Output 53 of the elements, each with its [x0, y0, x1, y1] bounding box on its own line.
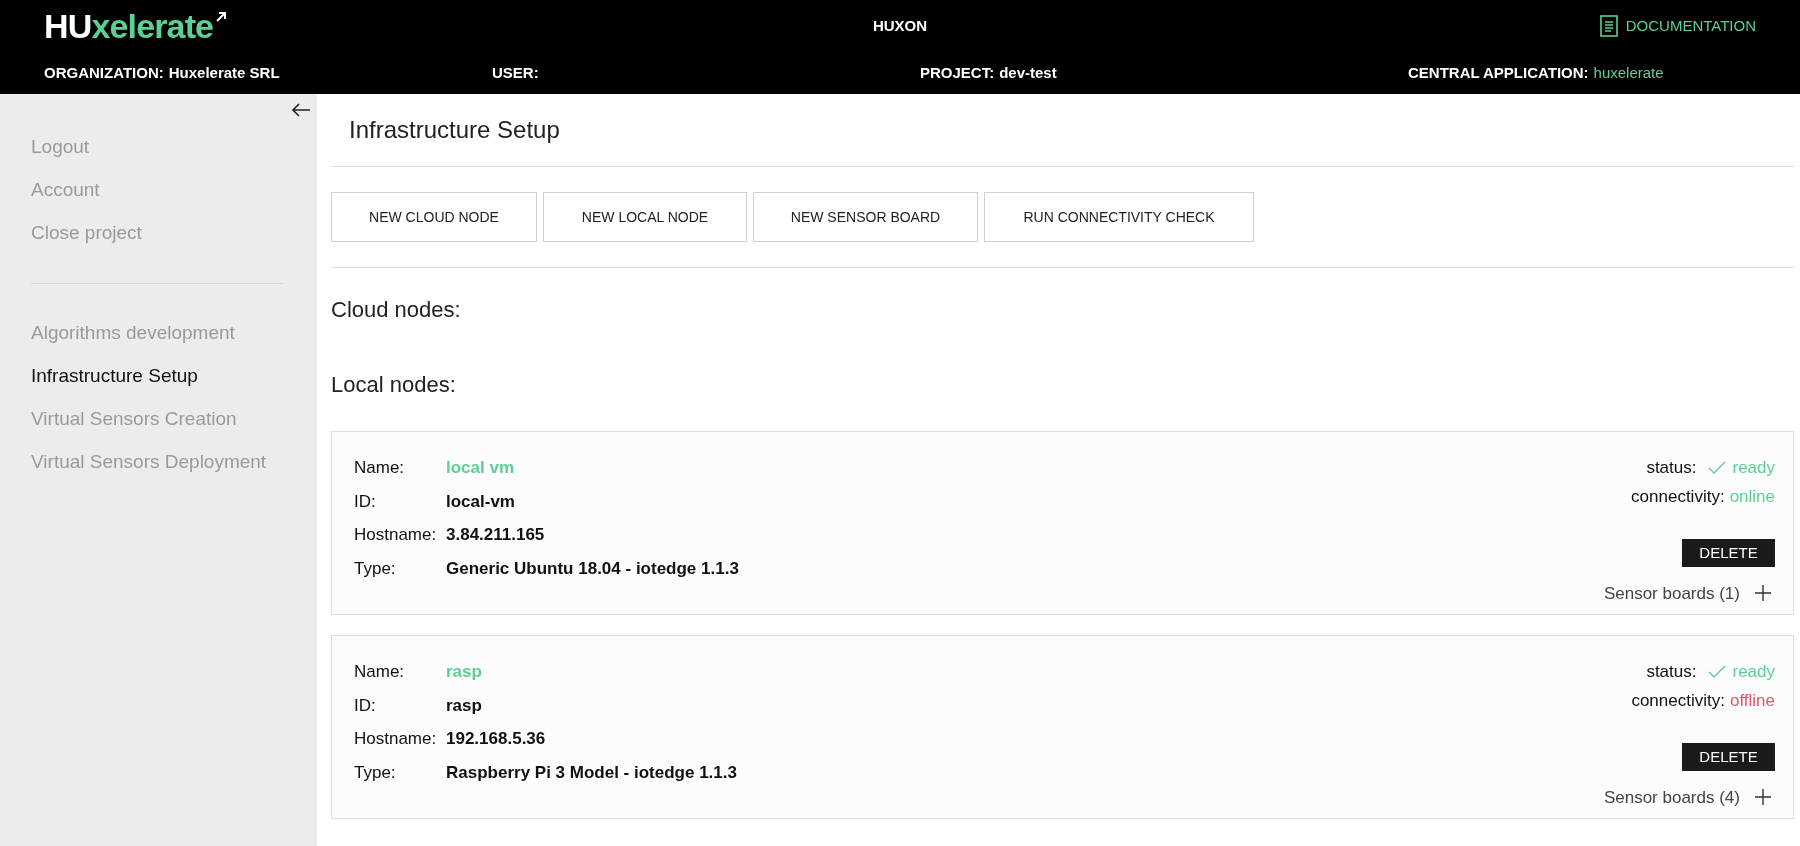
action-button[interactable]: NEW SENSOR BOARD — [753, 192, 978, 242]
logo[interactable]: HUxelerate — [44, 9, 214, 43]
info-label: ORGANIZATION: — [44, 63, 164, 81]
field-value: 3.84.211.165 — [446, 524, 545, 546]
info-label: USER: — [492, 63, 539, 81]
back-arrow-icon[interactable] — [291, 102, 311, 118]
status-value: ready — [1732, 661, 1775, 683]
arrow-icon — [215, 11, 228, 23]
field-label: Name: — [354, 661, 406, 683]
info-value: huxelerate — [1593, 63, 1664, 81]
app-name: HUXON — [872, 15, 928, 36]
info-label: CENTRAL APPLICATION: — [1408, 63, 1589, 81]
connectivity-value: offline — [1729, 689, 1775, 712]
plus-icon[interactable] — [1755, 585, 1771, 602]
connectivity-label: connectivity: — [1631, 485, 1725, 508]
plus-icon[interactable] — [1755, 789, 1771, 806]
field-value: rasp — [446, 661, 482, 683]
action-button[interactable]: NEW LOCAL NODE — [543, 192, 747, 242]
field-label: ID: — [354, 694, 377, 717]
documentation-link[interactable]: DOCUMENTATION — [1599, 14, 1756, 38]
field-label: Hostname: — [354, 728, 438, 750]
field-label: ID: — [354, 490, 377, 513]
section-heading: Cloud nodes: — [331, 296, 462, 324]
document-icon — [1599, 15, 1618, 37]
info-label: PROJECT: — [920, 63, 995, 81]
info-value: Huxelerate SRL — [168, 63, 280, 81]
field-label: Type: — [354, 761, 397, 784]
field-value: Generic Ubuntu 18.04 - iotedge 1.1.3 — [446, 557, 739, 580]
sensor-boards-label[interactable]: Sensor boards (4) — [1603, 784, 1740, 810]
check-icon — [1708, 460, 1727, 475]
check-icon — [1708, 664, 1727, 679]
delete-button[interactable]: DELETE — [1682, 743, 1775, 771]
page-title: Infrastructure Setup — [349, 115, 561, 145]
sensor-boards-label[interactable]: Sensor boards (1) — [1603, 580, 1740, 606]
delete-button[interactable]: DELETE — [1682, 539, 1775, 567]
connectivity-value: online — [1729, 485, 1775, 508]
action-button[interactable]: NEW CLOUD NODE — [331, 192, 537, 242]
field-label: Name: — [354, 457, 406, 479]
field-value: Raspberry Pi 3 Model - iotedge 1.1.3 — [446, 761, 737, 784]
field-value: local vm — [446, 457, 515, 479]
section-heading: Local nodes: — [331, 371, 457, 399]
sidebar-item[interactable]: Infrastructure Setup — [31, 355, 286, 398]
connectivity-label: connectivity: — [1631, 689, 1725, 712]
status-value: ready — [1732, 457, 1775, 479]
field-value: rasp — [446, 694, 482, 717]
action-button[interactable]: RUN CONNECTIVITY CHECK — [984, 192, 1254, 242]
field-label: Type: — [354, 557, 397, 580]
info-value: dev-test — [999, 63, 1057, 81]
status-label: status: — [1646, 661, 1697, 683]
field-value: 192.168.5.36 — [446, 728, 546, 750]
field-label: Hostname: — [354, 524, 438, 546]
status-label: status: — [1646, 457, 1697, 479]
field-value: local-vm — [446, 490, 515, 513]
